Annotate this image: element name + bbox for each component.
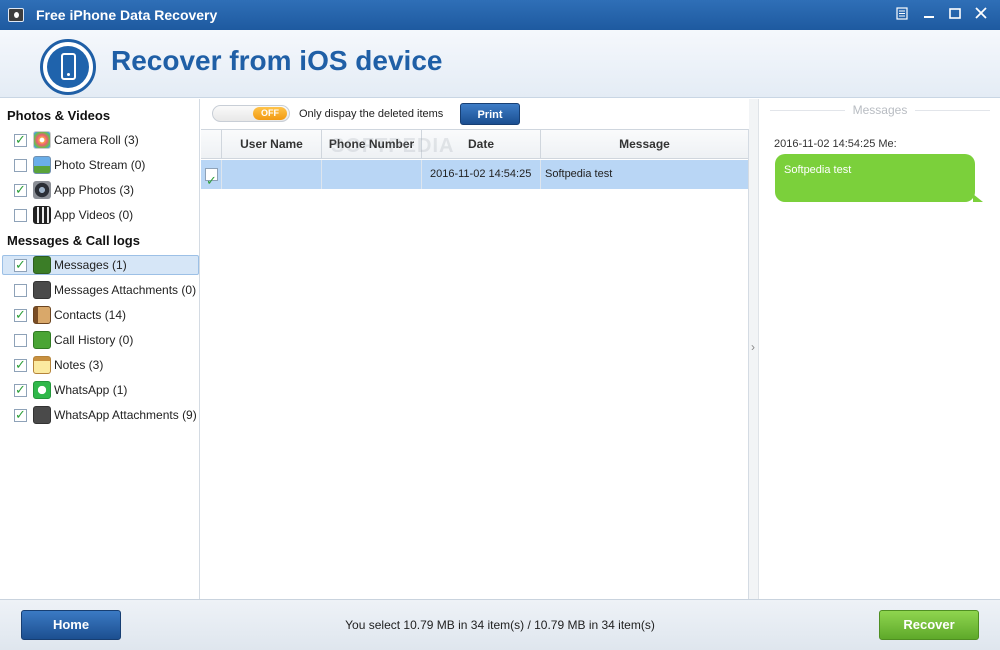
checkbox[interactable] (14, 257, 27, 273)
phone-icon (33, 331, 51, 349)
sidebar-item-notes[interactable]: Notes (3) (2, 355, 199, 375)
section-title-photos-videos: Photos & Videos (7, 108, 111, 123)
message-bubble: Softpedia test (775, 154, 983, 202)
chevron-right-icon[interactable]: › (751, 340, 755, 354)
checkbox[interactable] (14, 209, 27, 222)
header-banner: Recover from iOS device (0, 30, 1000, 98)
sidebar-item-label: WhatsApp Attachments (9) (54, 408, 197, 422)
app-icon (8, 8, 24, 22)
checkbox[interactable] (14, 182, 27, 198)
deleted-items-toggle[interactable]: OFF (212, 105, 290, 122)
cell-message: Softpedia test (545, 168, 613, 180)
attachment-icon (33, 406, 51, 424)
cell-user-name (222, 160, 322, 189)
whatsapp-icon (33, 381, 51, 399)
messages-table: User Name Phone Number Date Message SOFT… (201, 129, 749, 599)
cell-phone-number (322, 160, 422, 189)
minimize-icon[interactable] (918, 4, 940, 24)
sidebar-item-label: App Photos (3) (54, 183, 135, 197)
notes-icon (33, 356, 51, 374)
toggle-state: OFF (253, 107, 287, 120)
page-title: Recover from iOS device (111, 45, 443, 76)
column-header-date[interactable]: Date (422, 130, 541, 159)
print-button[interactable]: Print (460, 103, 520, 125)
toggle-label: Only dispay the deleted items (299, 108, 444, 120)
app-videos-icon (33, 206, 51, 224)
sidebar-item-label: Call History (0) (54, 333, 134, 347)
sidebar-item-label: Notes (3) (54, 358, 104, 372)
checkbox[interactable] (14, 307, 27, 323)
checkbox[interactable] (14, 132, 27, 148)
sidebar-item-call-history[interactable]: Call History (0) (2, 330, 199, 350)
selection-status: You select 10.79 MB in 34 item(s) / 10.7… (345, 618, 655, 632)
table-row[interactable]: 2016-11-02 14:54:25 Softpedia test (201, 160, 748, 195)
checkbox[interactable] (14, 284, 27, 297)
attachment-icon (33, 281, 51, 299)
category-sidebar: Photos & Videos Camera Roll (3) Photo St… (0, 99, 200, 599)
column-header-phone-number[interactable]: Phone Number (322, 130, 422, 159)
cell-date: 2016-11-02 14:54:25 (422, 160, 541, 189)
sidebar-item-whatsapp[interactable]: WhatsApp (1) (2, 380, 199, 400)
checkbox[interactable] (205, 166, 218, 195)
table-header: User Name Phone Number Date Message SOFT… (201, 130, 748, 159)
maximize-icon[interactable] (944, 4, 966, 24)
ios-device-icon (40, 39, 96, 95)
sidebar-item-whatsapp-attachments[interactable]: WhatsApp Attachments (9) (2, 405, 199, 425)
window-title: Free iPhone Data Recovery (36, 7, 218, 23)
column-header-select (201, 130, 222, 159)
checkbox[interactable] (14, 159, 27, 172)
checkbox[interactable] (14, 382, 27, 398)
messages-icon (33, 256, 51, 274)
camera-roll-icon (33, 131, 51, 149)
recover-button[interactable]: Recover (879, 610, 979, 640)
message-meta: 2016-11-02 14:54:25 Me: (774, 138, 897, 150)
column-header-user-name[interactable]: User Name (222, 130, 322, 159)
section-title-messages-call-logs: Messages & Call logs (7, 233, 140, 248)
sidebar-item-messages[interactable]: Messages (1) (2, 255, 199, 275)
sidebar-item-label: Photo Stream (0) (54, 158, 146, 172)
sidebar-item-messages-attachments[interactable]: Messages Attachments (0) (2, 280, 199, 300)
photo-stream-icon (33, 156, 51, 174)
sidebar-item-label: Messages (1) (54, 258, 127, 272)
sidebar-item-label: Messages Attachments (0) (54, 283, 197, 297)
checkbox[interactable] (14, 334, 27, 347)
footer-bar: Home You select 10.79 MB in 34 item(s) /… (0, 599, 1000, 650)
panel-splitter[interactable]: › (749, 99, 759, 599)
app-photos-icon (33, 181, 51, 199)
contacts-icon (33, 306, 51, 324)
column-header-message[interactable]: Message (541, 130, 748, 159)
message-preview-panel: Messages 2016-11-02 14:54:25 Me: Softped… (760, 99, 1000, 599)
checkbox[interactable] (14, 357, 27, 373)
list-toolbar: OFF Only dispay the deleted items Print (201, 99, 749, 129)
message-bubble-text: Softpedia test (784, 164, 852, 176)
checkbox[interactable] (14, 407, 27, 423)
menu-icon[interactable] (891, 4, 913, 24)
row-select-cell (201, 160, 222, 195)
sidebar-item-label: Contacts (14) (54, 308, 127, 322)
sidebar-item-contacts[interactable]: Contacts (14) (2, 305, 199, 325)
sidebar-item-label: Camera Roll (3) (54, 133, 139, 147)
sidebar-item-app-photos[interactable]: App Photos (3) (2, 180, 199, 200)
sidebar-item-label: App Videos (0) (54, 208, 134, 222)
preview-title: Messages (760, 103, 1000, 117)
sidebar-item-camera-roll[interactable]: Camera Roll (3) (2, 130, 199, 150)
sidebar-item-app-videos[interactable]: App Videos (0) (2, 205, 199, 225)
sidebar-item-photo-stream[interactable]: Photo Stream (0) (2, 155, 199, 175)
sidebar-item-label: WhatsApp (1) (54, 383, 128, 397)
title-bar: Free iPhone Data Recovery (0, 0, 1000, 30)
close-icon[interactable] (970, 4, 992, 24)
